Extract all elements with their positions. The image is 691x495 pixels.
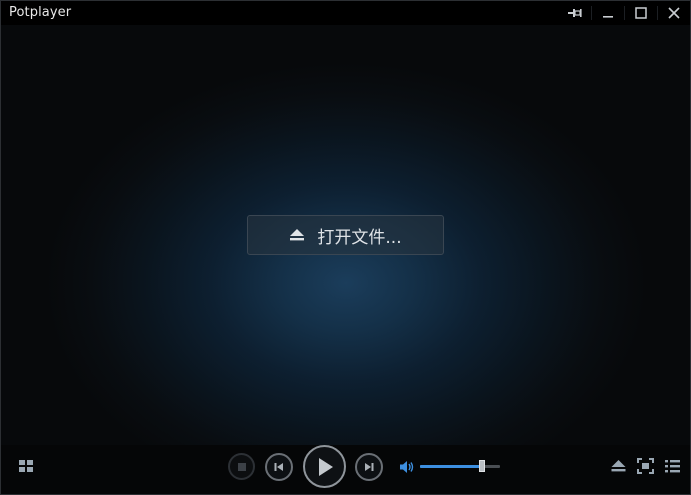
stop-icon [237,462,246,471]
control-bar [1,445,690,494]
maximize-button[interactable] [625,1,657,25]
close-icon [668,7,680,19]
play-button[interactable] [303,445,346,488]
window-controls [559,1,690,25]
volume-fill [420,465,482,468]
open-file-button[interactable]: 打开文件... [247,215,444,255]
open-file-label: 打开文件... [317,227,402,248]
fullscreen-icon[interactable] [637,458,654,474]
title-bar[interactable]: Potplayer [1,1,690,25]
maximize-icon [635,7,647,19]
pin-button[interactable] [559,1,591,25]
menu-list-icon[interactable] [664,458,681,474]
next-button[interactable] [355,453,383,481]
stop-button[interactable] [228,453,255,480]
eject-icon[interactable] [610,458,627,474]
player-window: Potplayer 打开文件... [0,0,691,495]
grid-icon[interactable] [18,458,34,474]
volume-icon[interactable] [399,459,415,475]
play-icon [318,457,333,476]
pin-icon [568,9,582,17]
minimize-icon [603,16,613,18]
minimize-button[interactable] [592,1,624,25]
close-button[interactable] [658,1,690,25]
previous-button[interactable] [265,453,293,481]
next-icon [365,463,374,471]
eject-icon [289,228,305,242]
volume-slider[interactable] [420,460,502,474]
volume-thumb[interactable] [479,460,485,472]
app-title: Potplayer [9,5,72,20]
previous-icon [274,463,283,471]
